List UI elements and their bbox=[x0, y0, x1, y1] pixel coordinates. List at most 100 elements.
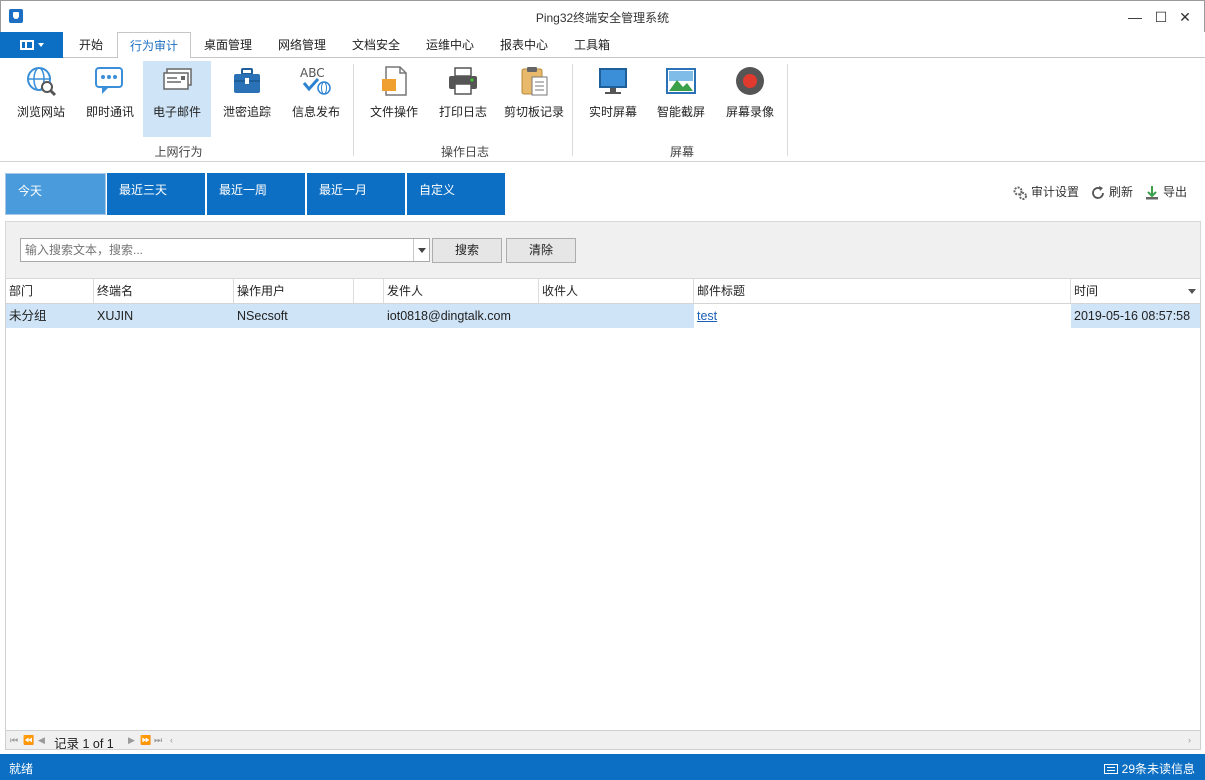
screen-recording-button[interactable]: 屏幕录像 bbox=[716, 61, 784, 137]
file-operations-button[interactable]: 文件操作 bbox=[360, 61, 428, 137]
cell-receiver bbox=[539, 304, 694, 328]
print-log-label: 打印日志 bbox=[438, 105, 487, 119]
column-header-time[interactable]: 时间 bbox=[1071, 279, 1200, 303]
title-bar: Ping32终端安全管理系统 — ☐ ✕ bbox=[0, 0, 1205, 32]
audit-settings-button[interactable]: 审计设置 bbox=[1012, 183, 1079, 201]
column-header-user[interactable]: 操作用户 bbox=[234, 279, 354, 303]
export-label: 导出 bbox=[1163, 185, 1188, 199]
tab-desktop-management[interactable]: 桌面管理 bbox=[194, 32, 262, 58]
leak-tracking-label: 泄密追踪 bbox=[222, 105, 271, 119]
column-header-receiver[interactable]: 收件人 bbox=[539, 279, 694, 303]
chat-bubble-icon bbox=[95, 67, 123, 94]
tab-behavior-audit[interactable]: 行为审计 bbox=[117, 32, 191, 59]
app-menu-button[interactable] bbox=[0, 32, 63, 58]
sort-desc-icon bbox=[1188, 289, 1196, 294]
scroll-left-icon[interactable]: ‹ bbox=[170, 735, 173, 745]
next-fast-icon[interactable]: ⏩ bbox=[140, 735, 151, 746]
abc-text: ABC bbox=[300, 66, 325, 80]
screen-recording-label: 屏幕录像 bbox=[725, 105, 774, 119]
next-page-icon[interactable]: ▶ bbox=[128, 735, 135, 746]
column-header-sender[interactable]: 发件人 bbox=[384, 279, 539, 303]
monitor-icon bbox=[599, 68, 627, 94]
unread-messages-text: 29条未读信息 bbox=[1121, 762, 1195, 776]
browse-websites-button[interactable]: 浏览网站 bbox=[8, 61, 74, 137]
scroll-right-icon[interactable]: › bbox=[1188, 735, 1191, 745]
info-publish-button[interactable]: ABC 信息发布 bbox=[283, 61, 349, 137]
search-dropdown-button[interactable] bbox=[413, 239, 429, 261]
range-today-button[interactable]: 今天 bbox=[5, 173, 106, 215]
last-page-icon[interactable]: ⏭ bbox=[154, 735, 162, 746]
menu-panel-icon bbox=[20, 40, 34, 50]
minimize-button[interactable]: — bbox=[1123, 7, 1147, 27]
range-last-week-button[interactable]: 最近一周 bbox=[207, 173, 305, 215]
cell-time: 2019-05-16 08:57:58 bbox=[1071, 304, 1200, 328]
column-header-subject[interactable]: 邮件标题 bbox=[694, 279, 1071, 303]
info-publish-label: 信息发布 bbox=[291, 105, 340, 119]
group-label-web-behavior: 上网行为 bbox=[154, 145, 203, 159]
cell-terminal: XUJIN bbox=[94, 304, 234, 328]
tab-ops-center[interactable]: 运维中心 bbox=[416, 32, 484, 58]
status-bar: 就绪 29条未读信息 bbox=[0, 754, 1205, 780]
group-label-screen: 屏幕 bbox=[669, 145, 694, 159]
range-custom-button[interactable]: 自定义 bbox=[407, 173, 505, 215]
range-last-month-button[interactable]: 最近一月 bbox=[307, 173, 405, 215]
tab-report-center[interactable]: 报表中心 bbox=[490, 32, 558, 58]
clipboard-icon bbox=[521, 67, 548, 96]
email-button[interactable]: 电子邮件 bbox=[143, 61, 211, 137]
cell-user: NSecsoft bbox=[234, 304, 384, 328]
grid-header: 部门 终端名 操作用户 发件人 收件人 邮件标题 时间 bbox=[6, 279, 1200, 304]
browse-websites-label: 浏览网站 bbox=[16, 105, 65, 119]
clear-button[interactable]: 清除 bbox=[506, 238, 576, 263]
smart-screenshot-button[interactable]: 智能截屏 bbox=[648, 61, 714, 137]
search-input[interactable] bbox=[21, 239, 411, 261]
audit-settings-label: 审计设置 bbox=[1031, 185, 1080, 199]
column-header-terminal[interactable]: 终端名 bbox=[94, 279, 234, 303]
cell-sender: iot0818@dingtalk.com bbox=[384, 304, 539, 328]
group-separator bbox=[787, 64, 788, 156]
column-header-dept[interactable]: 部门 bbox=[6, 279, 94, 303]
export-button[interactable]: 导出 bbox=[1144, 183, 1187, 201]
clipboard-record-label: 剪切板记录 bbox=[503, 105, 564, 119]
group-separator bbox=[572, 64, 573, 156]
refresh-button[interactable]: 刷新 bbox=[1090, 183, 1133, 201]
prev-fast-icon[interactable]: ⏪ bbox=[23, 735, 34, 746]
refresh-label: 刷新 bbox=[1109, 185, 1134, 199]
leak-tracking-button[interactable]: 泄密追踪 bbox=[214, 61, 280, 137]
tab-network-management[interactable]: 网络管理 bbox=[268, 32, 336, 58]
pager-record-text: 记录 1 of 1 bbox=[54, 737, 114, 751]
cell-subject: test bbox=[694, 304, 1071, 328]
briefcase-icon bbox=[234, 68, 260, 93]
chevron-down-icon bbox=[38, 43, 44, 47]
message-icon bbox=[1103, 764, 1118, 774]
tab-start[interactable]: 开始 bbox=[68, 32, 114, 58]
cell-dept: 未分组 bbox=[6, 304, 94, 328]
date-range-bar: 今天 最近三天 最近一周 最近一月 自定义 审计设置 刷新 导出 bbox=[0, 163, 1205, 221]
refresh-icon bbox=[1092, 185, 1104, 199]
ribbon-panel: 浏览网站 即时通讯 电子邮件 泄密追踪 ABC 信息发布 上网行为 文件操作 打… bbox=[0, 58, 1205, 162]
search-button[interactable]: 搜索 bbox=[432, 238, 502, 263]
window-title: Ping32终端安全管理系统 bbox=[535, 11, 670, 25]
close-button[interactable]: ✕ bbox=[1173, 7, 1197, 27]
instant-messaging-button[interactable]: 即时通讯 bbox=[77, 61, 143, 137]
print-log-button[interactable]: 打印日志 bbox=[430, 61, 496, 137]
range-last-three-days-button[interactable]: 最近三天 bbox=[107, 173, 205, 215]
realtime-screen-button[interactable]: 实时屏幕 bbox=[580, 61, 646, 137]
grid-pager: ⏮ ⏪ ◀ 记录 1 of 1 ▶ ⏩ ⏭ ‹ › bbox=[5, 730, 1201, 751]
prev-page-icon[interactable]: ◀ bbox=[38, 735, 45, 746]
email-audit-grid: 部门 终端名 操作用户 发件人 收件人 邮件标题 时间 未分组 XUJIN NS… bbox=[5, 279, 1201, 734]
email-label: 电子邮件 bbox=[152, 105, 201, 119]
subject-link[interactable]: test bbox=[697, 309, 717, 323]
unread-messages-indicator[interactable]: 29条未读信息 bbox=[1103, 760, 1195, 777]
abc-check-globe-icon: ABC bbox=[300, 66, 331, 95]
maximize-button[interactable]: ☐ bbox=[1149, 7, 1173, 27]
table-row[interactable]: 未分组 XUJIN NSecsoft iot0818@dingtalk.com … bbox=[6, 304, 1200, 328]
group-separator bbox=[353, 64, 354, 156]
tab-toolbox[interactable]: 工具箱 bbox=[564, 32, 620, 58]
printer-icon bbox=[449, 67, 477, 95]
column-header-blank[interactable] bbox=[354, 279, 384, 303]
search-combobox[interactable] bbox=[20, 238, 430, 262]
first-page-icon[interactable]: ⏮ bbox=[10, 735, 18, 746]
record-icon bbox=[736, 67, 764, 95]
clipboard-record-button[interactable]: 剪切板记录 bbox=[498, 61, 570, 137]
tab-document-security[interactable]: 文档安全 bbox=[342, 32, 410, 58]
